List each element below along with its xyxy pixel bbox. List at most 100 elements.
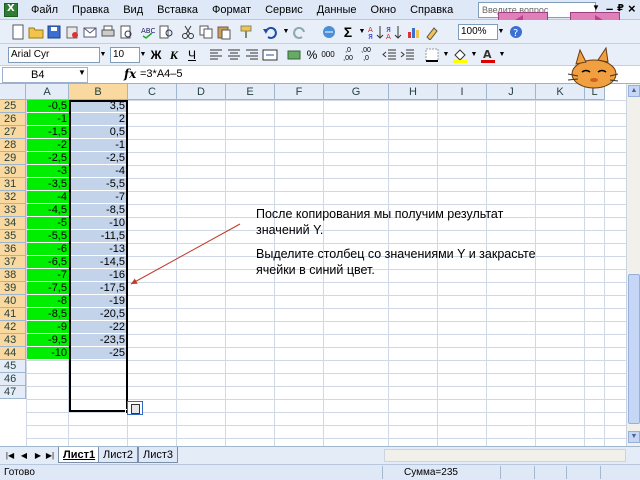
cell-b[interactable]: -5,5 (70, 178, 127, 190)
row-header[interactable]: 39 (0, 282, 26, 295)
column-header-e[interactable]: E (226, 84, 275, 100)
cell-a[interactable]: -1 (27, 113, 69, 125)
percent-icon[interactable]: % (304, 47, 320, 63)
row-header[interactable]: 27 (0, 126, 26, 139)
cell-a[interactable]: -3 (27, 165, 69, 177)
cell-a[interactable]: -1,5 (27, 126, 69, 138)
scroll-down-icon[interactable]: ▼ (628, 431, 640, 443)
cell-a[interactable]: -6,5 (27, 256, 69, 268)
cell-b[interactable]: -13 (70, 243, 127, 255)
currency-icon[interactable] (286, 47, 302, 63)
name-box[interactable]: B4 (2, 67, 88, 83)
cell-a[interactable]: -5 (27, 217, 69, 229)
column-header-f[interactable]: F (275, 84, 324, 100)
column-header-g[interactable]: G (324, 84, 389, 100)
chevron-down-icon[interactable]: ▼ (138, 48, 148, 62)
menu-data[interactable]: Данные (310, 0, 364, 20)
format-painter-icon[interactable] (238, 24, 254, 40)
row-header[interactable]: 40 (0, 295, 26, 308)
row-header[interactable]: 25 (0, 100, 26, 113)
row-header[interactable]: 44 (0, 347, 26, 360)
cell-a[interactable]: -2 (27, 139, 69, 151)
chevron-down-icon[interactable]: ▼ (78, 68, 86, 77)
hyperlink-icon[interactable] (322, 24, 338, 40)
row-header[interactable]: 43 (0, 334, 26, 347)
email-icon[interactable] (82, 24, 98, 40)
thousands-separator-icon[interactable]: 000 (320, 47, 336, 63)
cell-a[interactable]: -7,5 (27, 282, 69, 294)
menu-edit[interactable]: Правка (65, 0, 116, 20)
cut-icon[interactable] (180, 24, 196, 40)
row-header[interactable]: 35 (0, 230, 26, 243)
paste-options-icon[interactable] (127, 401, 143, 415)
italic-button[interactable]: К (166, 47, 182, 63)
copy-icon[interactable] (198, 24, 214, 40)
chart-wizard-icon[interactable] (406, 24, 422, 40)
select-all-corner[interactable] (0, 84, 26, 100)
row-header[interactable]: 37 (0, 256, 26, 269)
column-header-j[interactable]: J (487, 84, 536, 100)
permission-icon[interactable] (64, 24, 80, 40)
cell-a[interactable]: -9 (27, 321, 69, 333)
row-header[interactable]: 41 (0, 308, 26, 321)
save-icon[interactable] (46, 24, 62, 40)
cell-b[interactable]: -23,5 (70, 334, 127, 346)
row-header[interactable]: 46 (0, 373, 26, 386)
cell-a[interactable]: -10 (27, 347, 69, 359)
cell-b[interactable]: 2 (70, 113, 127, 125)
prev-sheet-icon[interactable]: ◀ (18, 449, 30, 462)
row-header[interactable]: 45 (0, 360, 26, 373)
cell-b[interactable]: -8,5 (70, 204, 127, 216)
cell-b[interactable]: -10 (70, 217, 127, 229)
chevron-down-icon[interactable]: ▼ (98, 48, 108, 62)
cell-a[interactable]: -7 (27, 269, 69, 281)
cell-b[interactable]: -11,5 (70, 230, 127, 242)
cell-b[interactable]: -16 (70, 269, 127, 281)
row-header[interactable]: 32 (0, 191, 26, 204)
tab-sheet2[interactable]: Лист2 (98, 447, 139, 463)
menu-view[interactable]: Вид (116, 0, 150, 20)
paste-icon[interactable] (216, 24, 232, 40)
print-icon[interactable] (100, 24, 116, 40)
menu-tools[interactable]: Сервис (258, 0, 310, 20)
cell-b[interactable]: -20,5 (70, 308, 127, 320)
row-header[interactable]: 28 (0, 139, 26, 152)
cell-b[interactable]: -19 (70, 295, 127, 307)
decrease-decimal-icon[interactable]: ,00 ,0 (358, 47, 374, 63)
close-button[interactable]: × (628, 2, 636, 16)
cell-b[interactable]: -1 (70, 139, 127, 151)
cell-b[interactable]: -2,5 (70, 152, 127, 164)
cell-a[interactable]: -5,5 (27, 230, 69, 242)
align-right-icon[interactable] (244, 47, 260, 63)
cell-a[interactable]: -9,5 (27, 334, 69, 346)
last-sheet-icon[interactable]: ▶| (44, 449, 56, 462)
font-name-select[interactable]: Arial Cyr (8, 47, 100, 63)
formula-input[interactable]: =3*A4–5 (140, 68, 183, 80)
column-header-i[interactable]: I (438, 84, 487, 100)
column-header-b[interactable]: B (69, 84, 128, 100)
zoom-select[interactable]: 100% (458, 24, 498, 40)
cell-b[interactable]: 0,5 (70, 126, 127, 138)
row-header[interactable]: 31 (0, 178, 26, 191)
scroll-thumb[interactable] (628, 274, 640, 424)
cell-b[interactable]: -17,5 (70, 282, 127, 294)
cell-b[interactable]: 3,5 (70, 100, 127, 112)
function-icon[interactable]: fx (124, 67, 136, 81)
cell-b[interactable]: -25 (70, 347, 127, 359)
column-header-d[interactable]: D (177, 84, 226, 100)
tab-sheet3[interactable]: Лист3 (138, 447, 179, 463)
chevron-down-icon[interactable]: ▼ (592, 3, 600, 12)
cell-b[interactable]: -14,5 (70, 256, 127, 268)
open-folder-icon[interactable] (28, 24, 44, 40)
menu-insert[interactable]: Вставка (150, 0, 205, 20)
cell-a[interactable]: -8 (27, 295, 69, 307)
chevron-down-icon[interactable]: ▼ (494, 47, 510, 63)
row-header[interactable]: 36 (0, 243, 26, 256)
row-header[interactable]: 34 (0, 217, 26, 230)
cell-b[interactable]: -7 (70, 191, 127, 203)
cell-a[interactable]: -2,5 (27, 152, 69, 164)
help-icon[interactable]: ? (508, 24, 524, 40)
increase-decimal-icon[interactable]: ,0 ,00 (340, 47, 356, 63)
row-header[interactable]: 38 (0, 269, 26, 282)
merge-center-icon[interactable] (262, 47, 278, 63)
